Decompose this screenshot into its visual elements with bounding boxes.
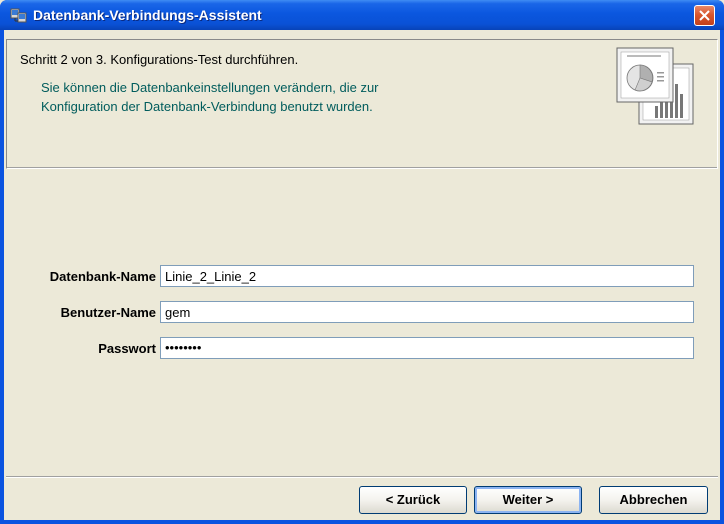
- step-description-line2: Konfiguration der Datenbank-Verbindung b…: [41, 99, 373, 114]
- form-row-user-name: Benutzer-Name: [6, 301, 718, 325]
- cancel-button[interactable]: Abbrechen: [599, 486, 708, 514]
- close-button[interactable]: [694, 5, 715, 26]
- db-name-input[interactable]: [160, 265, 694, 287]
- step-title: Schritt 2 von 3. Konfigurations-Test dur…: [20, 52, 299, 67]
- wizard-header-panel: Schritt 2 von 3. Konfigurations-Test dur…: [6, 39, 718, 169]
- password-input[interactable]: ••••••••: [160, 337, 694, 359]
- title-bar[interactable]: Datenbank-Verbindungs-Assistent: [0, 0, 724, 30]
- chart-report-icon: [611, 46, 701, 126]
- form-row-db-name: Datenbank-Name: [6, 265, 718, 289]
- form-row-password: Passwort ••••••••: [6, 337, 718, 361]
- button-separator: [6, 476, 718, 478]
- wizard-content: Datenbank-Name Benutzer-Name Passwort ••…: [6, 173, 718, 473]
- back-button[interactable]: < Zurück: [359, 486, 467, 514]
- step-description-line1: Sie können die Datenbankeinstellungen ve…: [41, 80, 379, 95]
- user-name-input[interactable]: [160, 301, 694, 323]
- next-button[interactable]: Weiter >: [474, 486, 582, 514]
- dialog-client-area: Schritt 2 von 3. Konfigurations-Test dur…: [4, 30, 720, 520]
- password-label: Passwort: [98, 341, 156, 356]
- dialog-window: Datenbank-Verbindungs-Assistent Schritt …: [0, 0, 724, 524]
- database-connection-icon: [10, 7, 27, 23]
- step-description: Sie können die Datenbankeinstellungen ve…: [41, 78, 379, 116]
- close-icon: [699, 10, 710, 21]
- wizard-header-inner: Schritt 2 von 3. Konfigurations-Test dur…: [7, 40, 717, 168]
- db-name-label: Datenbank-Name: [49, 269, 156, 284]
- window-title: Datenbank-Verbindungs-Assistent: [33, 7, 262, 23]
- user-name-label: Benutzer-Name: [60, 305, 156, 320]
